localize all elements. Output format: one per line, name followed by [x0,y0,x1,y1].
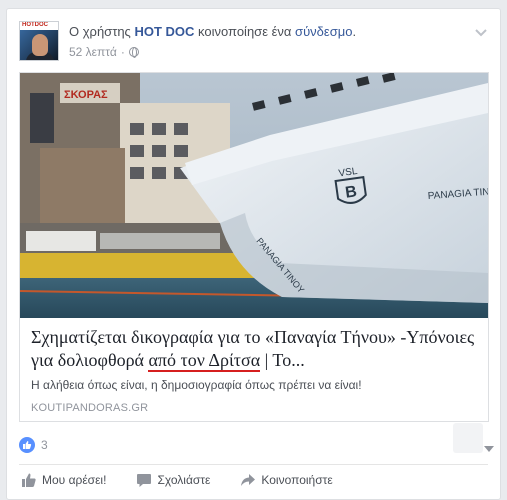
timestamp-link[interactable]: 52 λεπτά [69,45,117,59]
link-preview-image[interactable]: ΣΚΟΡΑΣ VSL B PANAGIA TINO PANAGIA TINOY [20,73,488,318]
reactions-count: 3 [41,438,48,452]
avatar-logo-text: HOTDOC [22,22,48,28]
share-button-label: Κοινοποιήστε [261,473,333,487]
author-name-link[interactable]: HOT DOC [134,24,194,39]
commenter-avatar[interactable] [453,423,483,453]
post-actions-bar: Μου αρέσει! Σχολιάστε Κοινοποιήστε [21,472,363,488]
reactions-summary[interactable]: 3 [19,437,48,453]
comment-button[interactable]: Σχολιάστε [136,472,210,488]
actions-divider [19,464,488,465]
thumbs-up-icon [22,473,36,487]
link-title-underlined: από τον Δρίτσα [148,350,261,372]
like-button-label: Μου αρέσει! [42,473,107,487]
avatar-figure-face [32,34,48,56]
link-domain: KOUTIPANDORAS.GR [31,402,149,414]
author-prefix: Ο χρήστης [69,24,131,39]
author-avatar[interactable]: HOTDOC [19,21,59,61]
link-preview[interactable]: ΣΚΟΡΑΣ VSL B PANAGIA TINO PANAGIA TINOY … [19,72,489,422]
globe-icon [128,47,139,58]
meta-separator: · [120,45,125,59]
post-options-chevron-icon[interactable] [474,25,488,39]
comment-icon [137,474,152,487]
link-description: Η αλήθεια όπως είναι, η δημοσιογραφία όπ… [31,378,362,392]
like-button[interactable]: Μου αρέσει! [21,472,106,488]
shared-link-word[interactable]: σύνδεσμο [295,24,352,39]
comment-button-label: Σχολιάστε [157,473,211,487]
share-arrow-icon [241,474,256,486]
action-suffix: . [352,24,357,39]
chevron-down-icon[interactable] [483,441,495,452]
post-card: HOTDOC Ο χρήστης HOT DOC κοινοποίησε ένα… [6,8,501,500]
post-meta: 52 λεπτά · [69,45,139,59]
share-button[interactable]: Κοινοποιήστε [240,472,333,488]
svg-text:B: B [344,183,358,201]
post-header: HOTDOC Ο χρήστης HOT DOC κοινοποίησε ένα… [19,19,490,69]
image-sign-text: ΣΚΟΡΑΣ [64,89,108,101]
action-text: κοινοποίησε ένα [198,24,292,39]
like-icon [19,437,35,453]
post-header-text: Ο χρήστης HOT DOC κοινοποίησε ένα σύνδεσ… [69,24,356,39]
link-title-part2: | Το... [260,350,305,370]
link-title[interactable]: Σχηματίζεται δικογραφία για το «Παναγία … [31,326,481,372]
